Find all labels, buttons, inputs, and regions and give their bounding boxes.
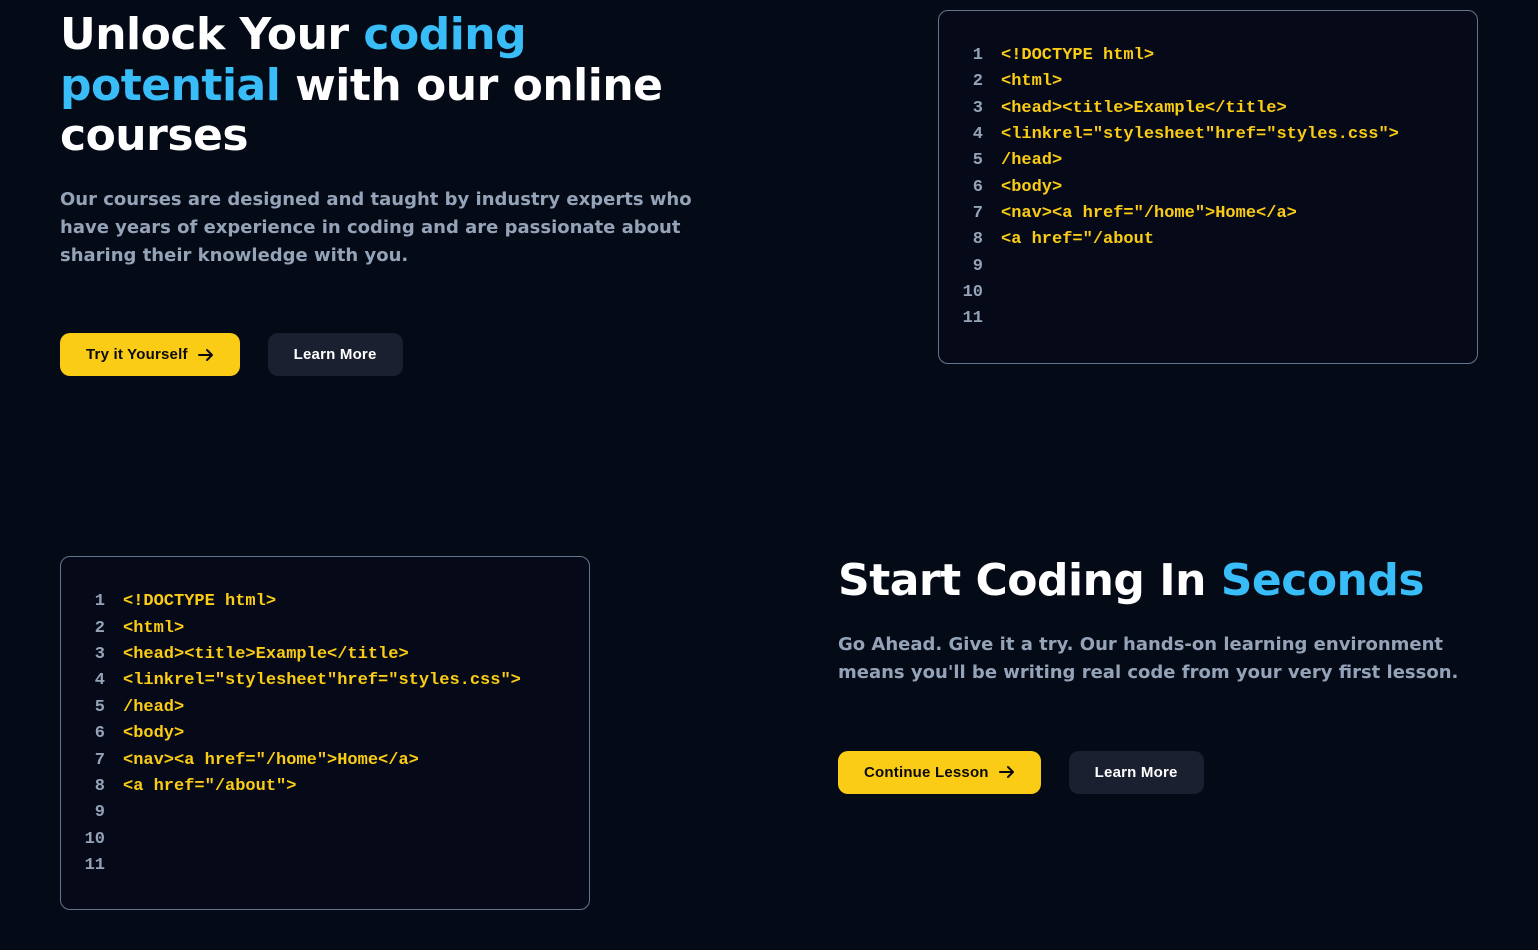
- hero-code-lines: <!DOCTYPE html> <html> <head><title>Exam…: [1001, 43, 1399, 333]
- hero-code-gutter: 1 2 3 4 5 6 7 8 9 10 11: [961, 43, 983, 333]
- continue-lesson-button[interactable]: Continue Lesson: [838, 751, 1041, 794]
- hero-code-card: 1 2 3 4 5 6 7 8 9 10 11 <!DOCTYPE html> …: [938, 10, 1478, 364]
- start-code-gutter: 1 2 3 4 5 6 7 8 9 10 11: [83, 589, 105, 879]
- learn-more-button[interactable]: Learn More: [268, 333, 403, 376]
- try-it-yourself-label: Try it Yourself: [86, 346, 188, 363]
- arrow-right-icon: [198, 348, 214, 362]
- try-it-yourself-button[interactable]: Try it Yourself: [60, 333, 240, 376]
- learn-more-button[interactable]: Learn More: [1069, 751, 1204, 794]
- hero-title: Unlock Your coding potential with our on…: [60, 10, 700, 162]
- learn-more-label: Learn More: [294, 346, 377, 363]
- start-code-lines: <!DOCTYPE html> <html> <head><title>Exam…: [123, 589, 521, 879]
- start-title: Start Coding In Seconds: [838, 556, 1478, 607]
- hero-title-pre: Unlock Your: [60, 9, 363, 60]
- start-code-card: 1 2 3 4 5 6 7 8 9 10 11 <!DOCTYPE html> …: [60, 556, 590, 910]
- start-title-highlight: Seconds: [1221, 555, 1424, 606]
- start-title-pre: Start Coding In: [838, 555, 1221, 606]
- arrow-right-icon: [999, 765, 1015, 779]
- continue-lesson-label: Continue Lesson: [864, 764, 989, 781]
- learn-more-label: Learn More: [1095, 764, 1178, 781]
- hero-subtitle: Our courses are designed and taught by i…: [60, 186, 700, 270]
- start-subtitle: Go Ahead. Give it a try. Our hands-on le…: [838, 631, 1478, 687]
